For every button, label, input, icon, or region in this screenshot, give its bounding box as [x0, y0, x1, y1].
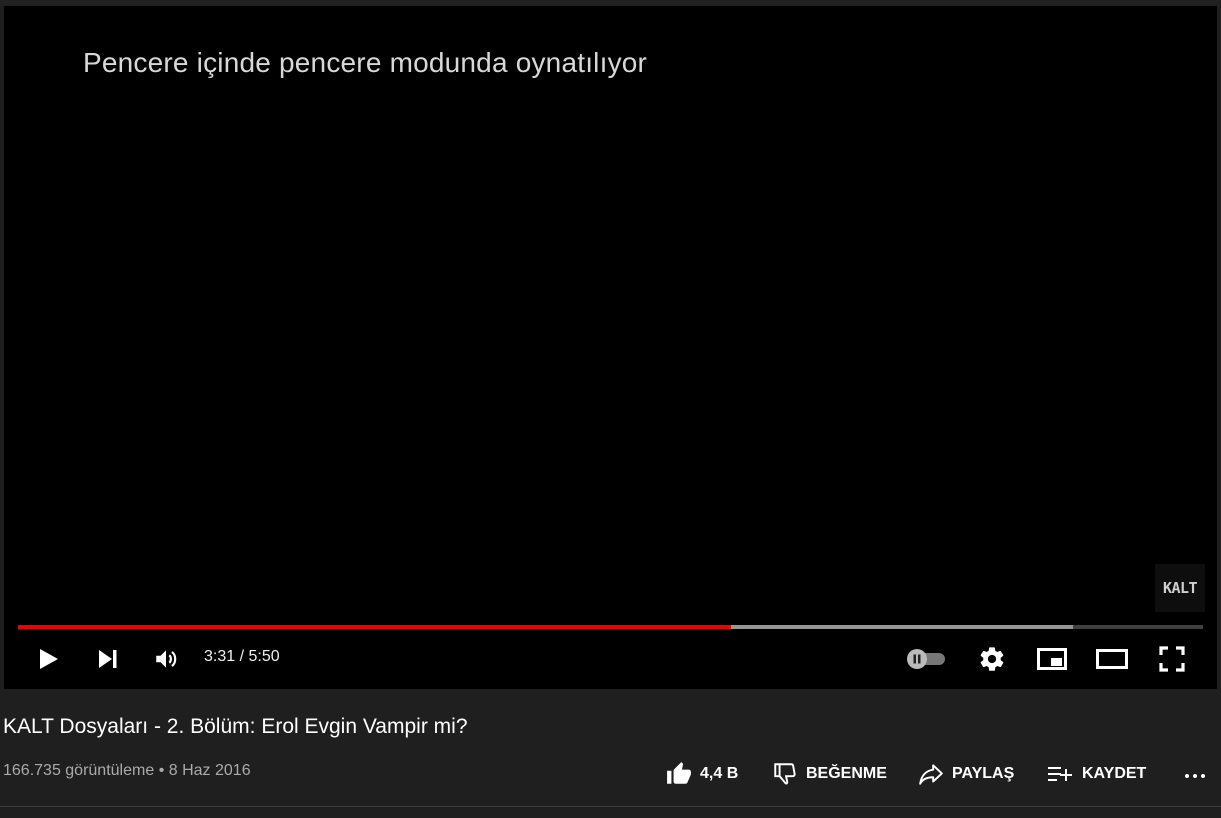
- top-bar: [0, 0, 1221, 5]
- autoplay-toggle-icon: [907, 649, 945, 669]
- mute-button[interactable]: [148, 639, 184, 679]
- more-icon: [1185, 774, 1205, 778]
- share-label: PAYLAŞ: [952, 765, 1015, 782]
- like-count: 4,4 B: [700, 765, 739, 782]
- miniplayer-icon: [1037, 648, 1067, 670]
- like-icon: [667, 762, 691, 784]
- volume-icon: [156, 650, 177, 668]
- dislike-label: BEĞENME: [806, 765, 887, 782]
- watermark-text: KALT: [1162, 579, 1198, 597]
- dislike-button[interactable]: BEĞENME: [772, 756, 887, 792]
- miniplayer-button[interactable]: [1034, 639, 1070, 679]
- upload-date: 8 Haz 2016: [168, 762, 251, 779]
- pip-message: Pencere içinde pencere modunda oynatılıy…: [83, 47, 648, 78]
- like-button[interactable]: 4,4 B: [666, 756, 738, 792]
- fullscreen-icon: [1159, 646, 1185, 672]
- play-button[interactable]: [30, 639, 66, 679]
- channel-watermark[interactable]: KALT: [1155, 564, 1205, 612]
- video-player[interactable]: Pencere içinde pencere modunda oynatılıy…: [4, 6, 1217, 689]
- next-button[interactable]: [90, 639, 126, 679]
- save-playlist-icon: [1048, 767, 1072, 781]
- theater-icon: [1096, 649, 1128, 669]
- more-actions-button[interactable]: [1180, 756, 1210, 792]
- save-label: KAYDET: [1082, 765, 1147, 782]
- theater-mode-button[interactable]: [1094, 639, 1130, 679]
- video-meta: 166.735 görüntüleme • 8 Haz 2016: [3, 762, 251, 780]
- settings-button[interactable]: [974, 639, 1010, 679]
- next-icon: [99, 650, 117, 668]
- share-button[interactable]: PAYLAŞ: [918, 756, 1014, 792]
- meta-separator: •: [158, 762, 165, 779]
- progress-bar[interactable]: [18, 625, 1203, 629]
- divider: [0, 806, 1221, 807]
- progress-played: [18, 625, 732, 629]
- fullscreen-button[interactable]: [1154, 639, 1190, 679]
- settings-icon: [980, 647, 1004, 671]
- view-count: 166.735 görüntüleme: [3, 762, 155, 779]
- video-title: KALT Dosyaları - 2. Bölüm: Erol Evgin Va…: [3, 715, 468, 738]
- share-icon: [919, 764, 943, 785]
- play-icon: [40, 649, 58, 669]
- dislike-icon: [774, 763, 796, 785]
- autoplay-toggle[interactable]: [902, 639, 950, 679]
- save-button[interactable]: KAYDET: [1046, 756, 1146, 792]
- time-display: 3:31 / 5:50: [204, 648, 280, 665]
